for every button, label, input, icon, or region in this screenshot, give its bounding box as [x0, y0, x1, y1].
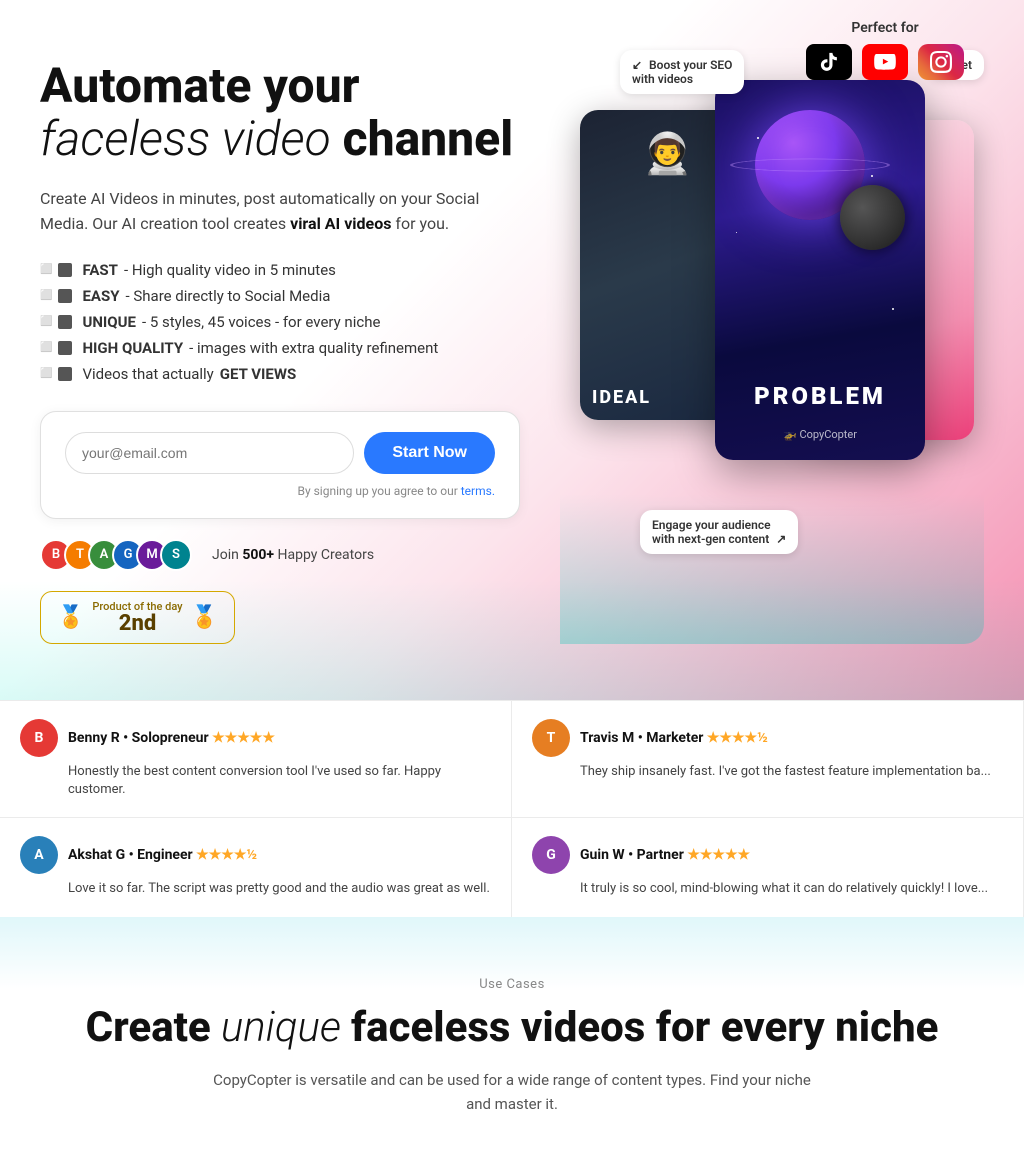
stars: ★★★★★	[687, 847, 750, 863]
review-header: T Travis M • Marketer ★★★★½	[532, 719, 1003, 757]
reviews-section: B Benny R • Solopreneur ★★★★★ Honestly t…	[0, 700, 1024, 917]
use-cases-subtext: CopyCopter is versatile and can be used …	[212, 1068, 812, 1116]
review-card-guin: G Guin W • Partner ★★★★★ It truly is so …	[512, 817, 1024, 916]
review-card-benny: B Benny R • Solopreneur ★★★★★ Honestly t…	[0, 700, 512, 817]
use-cases-bold1: Create	[86, 1003, 211, 1052]
bullet-icon	[58, 263, 72, 277]
card-main-content: PROBLEM	[715, 382, 925, 410]
terms-prefix: By signing up you agree to our	[297, 484, 460, 498]
stars: ★★★★½	[196, 847, 257, 863]
reviewer-name: Travis M • Marketer ★★★★½	[580, 730, 768, 746]
curve-arrow-icon: ↙	[632, 58, 642, 72]
headline-bold2: channel	[331, 110, 514, 167]
reviewer-avatar: B	[20, 719, 58, 757]
stars: ★★★★½	[707, 730, 768, 746]
boost-seo-text: Boost your SEOwith videos	[632, 58, 732, 86]
badge-text: Product of the day 2nd	[92, 600, 182, 635]
engage-annotation: Engage your audiencewith next-gen conten…	[640, 510, 798, 554]
instagram-icon[interactable]	[918, 44, 964, 80]
email-form-container: Start Now By signing up you agree to our…	[40, 411, 520, 519]
headline-italic: faceless video	[40, 110, 331, 167]
avatar: S	[160, 539, 192, 571]
hero-right: ↙ Boost your SEOwith videos ↙ Get 👨‍🚀 ID…	[560, 40, 984, 644]
reviewer-name: Akshat G • Engineer ★★★★½	[68, 847, 257, 863]
laurel-right-icon: 🏅	[191, 605, 218, 630]
creators-text: Join 500+ Happy Creators	[212, 547, 374, 563]
laurel-left-icon: 🏅	[57, 605, 84, 630]
bullet-icon	[58, 289, 72, 303]
email-form: Start Now	[65, 432, 495, 474]
use-cases-bold2: faceless videos for every niche	[351, 1003, 938, 1052]
tiktok-icon[interactable]	[806, 44, 852, 80]
hero-section: Perfect for	[0, 0, 1024, 700]
bullet-icon	[58, 315, 72, 329]
creators-prefix: Join	[212, 547, 242, 563]
reviewer-name: Guin W • Partner ★★★★★	[580, 847, 750, 863]
product-of-day-badge: 🏅 Product of the day 2nd 🏅	[40, 591, 235, 644]
stars: ★★★★★	[212, 730, 275, 746]
main-headline: Automate your faceless video channel	[40, 60, 560, 166]
reviewer-avatar: T	[532, 719, 570, 757]
moon	[840, 185, 905, 250]
headline-bold1: Automate your	[40, 57, 360, 114]
badge-rank: 2nd	[92, 613, 182, 635]
perfect-for-container: Perfect for	[806, 20, 964, 80]
review-text: It truly is so cool, mind-blowing what i…	[532, 880, 1003, 898]
bullet-icon	[58, 367, 72, 381]
use-cases-italic: unique	[211, 1003, 351, 1052]
subheadline: Create AI Videos in minutes, post automa…	[40, 186, 520, 237]
use-cases-label: Use Cases	[40, 977, 984, 992]
feature-views: Videos that actually GET VIEWS	[40, 365, 560, 383]
review-text: Love it so far. The script was pretty go…	[20, 880, 491, 898]
avatars-group: B T A G M S	[40, 539, 184, 571]
reviewer-info: Akshat G • Engineer ★★★★½	[68, 847, 257, 863]
review-text: They ship insanely fast. I've got the fa…	[532, 763, 1003, 781]
video-card-main: PROBLEM 🚁 CopyCopter	[715, 80, 925, 460]
engage-text: Engage your audiencewith next-gen conten…	[652, 518, 771, 546]
planet-container	[755, 110, 885, 240]
social-icons-row	[806, 44, 964, 80]
creators-row: B T A G M S Join 500+ Happy Creators	[40, 539, 560, 571]
review-header: G Guin W • Partner ★★★★★	[532, 836, 1003, 874]
email-input[interactable]	[65, 432, 354, 474]
card-logo-text: 🚁 CopyCopter	[783, 428, 857, 441]
use-cases-section: Use Cases Create unique faceless videos …	[0, 917, 1024, 1156]
planet-ring	[730, 159, 890, 172]
terms-text: By signing up you agree to our terms.	[65, 484, 495, 498]
youtube-icon[interactable]	[862, 44, 908, 80]
feature-fast: FAST - High quality video in 5 minutes	[40, 261, 560, 279]
reviewer-info: Benny R • Solopreneur ★★★★★	[68, 730, 275, 746]
review-card-travis: T Travis M • Marketer ★★★★½ They ship in…	[512, 700, 1024, 817]
review-card-akshat: A Akshat G • Engineer ★★★★½ Love it so f…	[0, 817, 512, 916]
review-text: Honestly the best content conversion too…	[20, 763, 491, 799]
review-header: A Akshat G • Engineer ★★★★½	[20, 836, 491, 874]
reviewer-info: Guin W • Partner ★★★★★	[580, 847, 750, 863]
review-header: B Benny R • Solopreneur ★★★★★	[20, 719, 491, 757]
hero-left: Automate your faceless video channel Cre…	[40, 40, 560, 644]
subheadline-end: for you.	[391, 214, 449, 233]
reviewer-info: Travis M • Marketer ★★★★½	[580, 730, 768, 746]
start-now-button[interactable]: Start Now	[364, 432, 495, 474]
reviews-grid: B Benny R • Solopreneur ★★★★★ Honestly t…	[0, 700, 1024, 917]
feature-quality: HIGH QUALITY - images with extra quality…	[40, 339, 560, 357]
boost-seo-annotation: ↙ Boost your SEOwith videos	[620, 50, 744, 94]
subheadline-viral: viral AI videos	[290, 214, 391, 233]
reviewer-name: Benny R • Solopreneur ★★★★★	[68, 730, 275, 746]
bullet-icon	[58, 341, 72, 355]
creators-label: Happy Creators	[278, 547, 375, 563]
hero-content: Automate your faceless video channel Cre…	[0, 0, 1024, 664]
card-main-label: PROBLEM	[715, 382, 925, 410]
reviewer-avatar: A	[20, 836, 58, 874]
use-cases-headline: Create unique faceless videos for every …	[40, 1004, 984, 1052]
reviewer-avatar: G	[532, 836, 570, 874]
perfect-for-label: Perfect for	[806, 20, 964, 36]
terms-link[interactable]: terms.	[461, 484, 495, 498]
feature-unique: UNIQUE - 5 styles, 45 voices - for every…	[40, 313, 560, 331]
arrow-icon: ↗	[776, 532, 786, 546]
card-logo: 🚁 CopyCopter	[715, 423, 925, 442]
creators-count: 500+	[242, 547, 274, 563]
feature-easy: EASY - Share directly to Social Media	[40, 287, 560, 305]
feature-list: FAST - High quality video in 5 minutes E…	[40, 261, 560, 383]
